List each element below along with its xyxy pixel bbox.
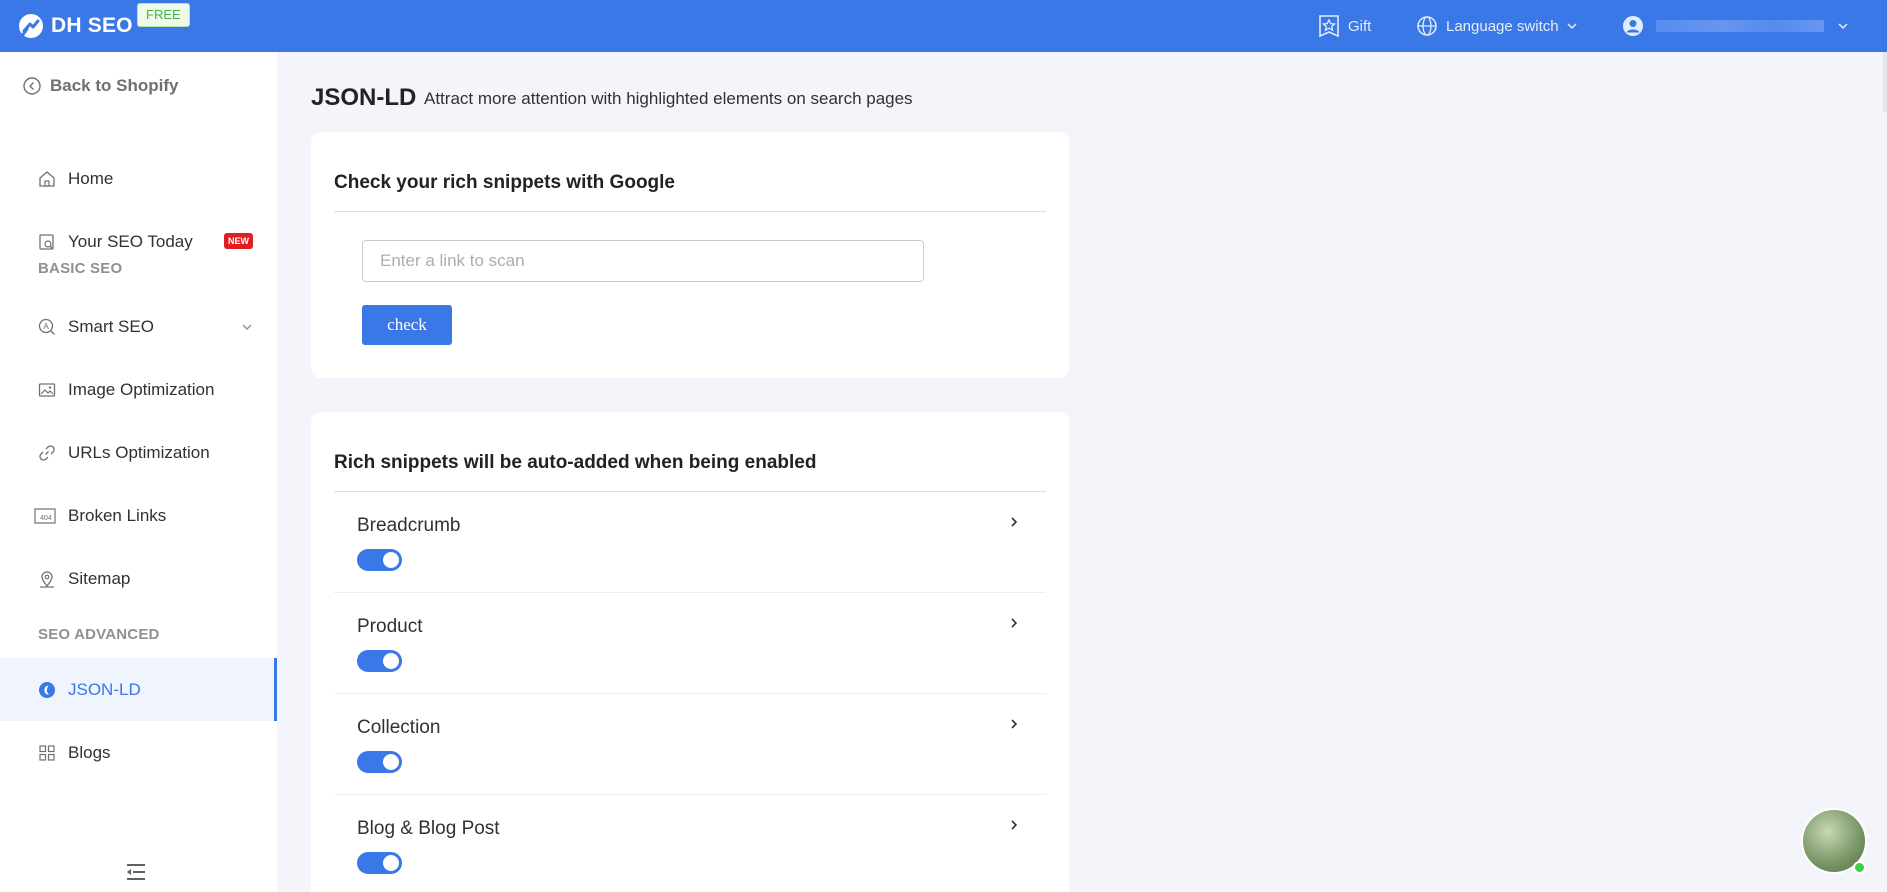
product-toggle[interactable] xyxy=(357,650,402,672)
toggle-knob xyxy=(383,653,399,669)
sidebar-item-label: URLs Optimization xyxy=(68,442,210,462)
sidebar-item-label: Broken Links xyxy=(68,505,167,525)
language-switch[interactable]: Language switch xyxy=(1416,0,1579,52)
brand-name: DH SEO xyxy=(51,14,133,37)
user-avatar-icon xyxy=(1623,16,1643,36)
sidebar-item-urls-optimization[interactable]: URLs Optimization xyxy=(0,421,277,484)
snippet-label: Product xyxy=(357,616,423,637)
sidebar-item-label: Blogs xyxy=(68,742,111,762)
gift-star-icon xyxy=(1319,15,1339,38)
brand-logo[interactable]: DH SEO xyxy=(18,10,133,42)
sidebar-item-label: Home xyxy=(68,168,114,188)
back-arrow-icon xyxy=(23,77,41,95)
sidebar-item-image-optimization[interactable]: Image Optimization xyxy=(0,358,277,421)
snippet-label: Collection xyxy=(357,717,441,738)
check-button[interactable]: check xyxy=(362,305,452,345)
sidebar-item-label: Sitemap xyxy=(68,568,131,588)
snippet-label: Breadcrumb xyxy=(357,515,461,536)
toggle-knob xyxy=(383,855,399,871)
svg-text:404: 404 xyxy=(40,515,52,522)
section-label-seo-advanced: SEO ADVANCED xyxy=(38,626,160,643)
snippet-row-blog[interactable]: Blog & Blog Post xyxy=(334,795,1046,892)
link-icon xyxy=(39,444,55,461)
card-title: Rich snippets will be auto-added when be… xyxy=(334,452,817,473)
sidebar-item-label: Image Optimization xyxy=(68,379,215,399)
top-bar: DH SEO FREE Gift Language switch xyxy=(0,0,1887,52)
sidebar-item-home[interactable]: Home xyxy=(0,147,277,210)
chevron-down-icon xyxy=(242,324,252,330)
location-icon xyxy=(40,570,54,588)
grid-icon xyxy=(39,744,55,761)
sidebar-item-label: Your SEO Today xyxy=(68,231,193,251)
smart-seo-icon: A xyxy=(38,318,55,335)
plan-badge: FREE xyxy=(137,3,190,27)
language-label: Language switch xyxy=(1446,17,1559,35)
back-label: Back to Shopify xyxy=(50,76,179,95)
page-title: JSON-LD xyxy=(311,84,417,111)
seo-today-icon xyxy=(39,233,54,250)
image-icon xyxy=(38,382,56,397)
online-status-dot xyxy=(1853,861,1866,874)
json-ld-icon xyxy=(39,681,55,698)
toggle-knob xyxy=(383,754,399,770)
chevron-down-icon xyxy=(1567,23,1577,30)
sidebar-item-smart-seo[interactable]: A Smart SEO xyxy=(0,295,277,358)
sidebar-item-blogs[interactable]: Blogs xyxy=(0,721,277,784)
sidebar-item-json-ld[interactable]: JSON-LD xyxy=(0,658,277,721)
logo-icon xyxy=(19,14,43,38)
user-name-redacted xyxy=(1656,20,1824,32)
new-badge: NEW xyxy=(224,233,253,249)
chevron-right-icon[interactable] xyxy=(1007,616,1021,630)
svg-text:A: A xyxy=(43,322,49,331)
user-menu[interactable] xyxy=(1622,0,1850,52)
globe-icon xyxy=(1417,16,1437,36)
scrollbar[interactable] xyxy=(1883,52,1887,112)
page-subtitle: Attract more attention with highlighted … xyxy=(424,89,913,108)
collection-toggle[interactable] xyxy=(357,751,402,773)
sidebar-item-label: JSON-LD xyxy=(68,679,141,699)
sidebar-item-broken-links[interactable]: 404 Broken Links xyxy=(0,484,277,547)
card-divider xyxy=(334,211,1046,212)
snippet-row-breadcrumb[interactable]: Breadcrumb xyxy=(334,492,1046,593)
back-to-shopify-link[interactable]: Back to Shopify xyxy=(22,73,178,99)
gift-label: Gift xyxy=(1348,17,1372,35)
section-label-basic-seo: BASIC SEO xyxy=(38,260,123,277)
scan-link-input[interactable] xyxy=(362,240,924,282)
chevron-down-icon xyxy=(1838,23,1848,30)
card-title: Check your rich snippets with Google xyxy=(334,172,675,193)
gift-link[interactable]: Gift xyxy=(1318,0,1371,52)
sidebar-item-sitemap[interactable]: Sitemap xyxy=(0,547,277,610)
blog-toggle[interactable] xyxy=(357,852,402,874)
snippet-row-collection[interactable]: Collection xyxy=(334,694,1046,795)
home-icon xyxy=(39,170,55,187)
chevron-right-icon[interactable] xyxy=(1007,515,1021,529)
404-icon: 404 xyxy=(34,507,56,524)
chevron-right-icon[interactable] xyxy=(1007,818,1021,832)
check-snippets-card: Check your rich snippets with Google che… xyxy=(311,132,1069,378)
chevron-right-icon[interactable] xyxy=(1007,717,1021,731)
snippet-label: Blog & Blog Post xyxy=(357,818,500,839)
breadcrumb-toggle[interactable] xyxy=(357,549,402,571)
sidebar-item-label: Smart SEO xyxy=(68,316,154,336)
sidebar: Back to Shopify Home Your SEO Today NEW … xyxy=(0,52,277,892)
toggle-knob xyxy=(383,552,399,568)
snippet-row-product[interactable]: Product xyxy=(334,593,1046,694)
collapse-menu-icon[interactable] xyxy=(125,862,147,882)
rich-snippets-card: Rich snippets will be auto-added when be… xyxy=(311,412,1069,892)
